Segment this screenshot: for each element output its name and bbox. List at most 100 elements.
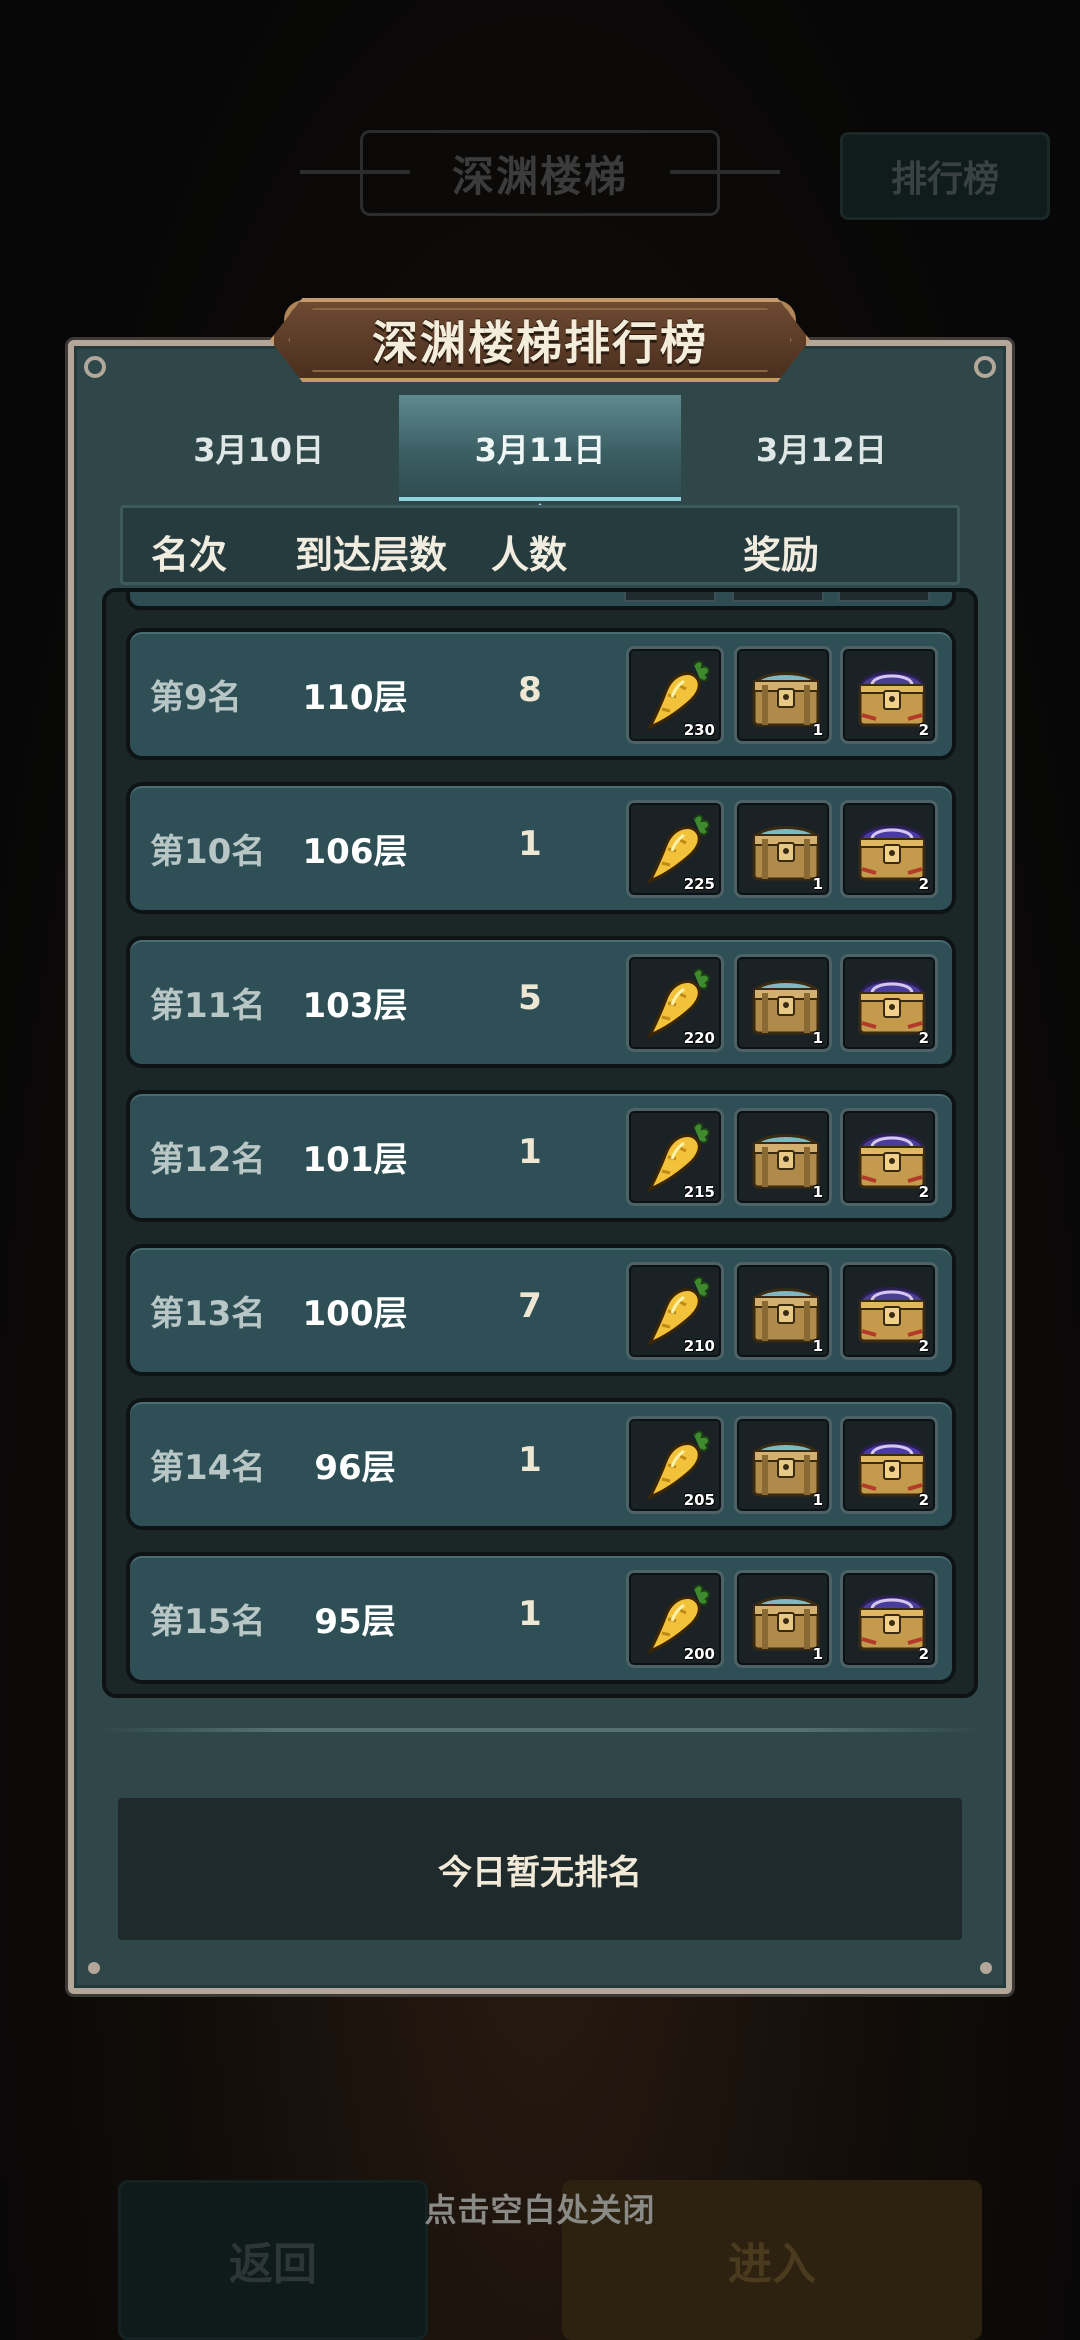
column-header-count: 人数 [491,533,568,577]
list-header: 名次 到达层数 人数 奖励 [120,505,960,585]
corner-rivet [88,1962,100,1974]
background-ranking-button: 排行榜 [840,132,1050,220]
reward-slot[interactable]: 200 [626,1570,724,1668]
player-count: 1 [518,824,542,864]
corner-rivet [980,1962,992,1974]
reward-quantity: 230 [683,721,715,739]
tab-date-2[interactable]: 3月11日 [399,395,681,515]
tab-date-3[interactable]: 3月12日 [681,395,962,501]
reward-quantity: 2 [918,1491,929,1509]
corner-ornament [974,356,996,378]
list-item[interactable]: 第13名 100层 7 210 1 2 [126,1244,956,1376]
reward-quantity: 2 [918,1337,929,1355]
list-item[interactable]: 第14名 96层 1 205 1 2 [126,1398,956,1530]
list-item[interactable]: 第10名 106层 1 225 1 2 [126,782,956,914]
floor-value: 103层 [302,986,408,1026]
reward-slot [732,592,824,602]
player-count: 1 [518,1440,542,1480]
floor-value: 101层 [302,1140,408,1180]
player-count: 5 [518,978,542,1018]
reward-slot[interactable]: 2 [840,1262,938,1360]
list-item[interactable]: 第12名 101层 1 215 1 2 [126,1090,956,1222]
reward-slot[interactable]: 2 [840,646,938,744]
reward-quantity: 1 [812,1337,823,1355]
corner-ornament [84,356,106,378]
reward-slot[interactable]: 2 [840,1570,938,1668]
reward-slot[interactable]: 1 [734,1262,832,1360]
date-tabs: 3月10日 3月11日 3月12日 [118,395,962,515]
divider [100,1728,980,1732]
close-hint[interactable]: 点击空白处关闭 [0,2185,1080,2231]
reward-slot[interactable]: 205 [626,1416,724,1514]
floor-value: 106层 [302,832,408,872]
ranking-list[interactable]: 第9名 110层 8 230 1 2 第10名 106层 1 225 1 2 第… [102,588,978,1698]
column-header-floor: 到达层数 [295,533,448,577]
floor-value: 100层 [302,1294,408,1334]
floor-value: 110层 [302,678,408,718]
reward-slot[interactable]: 220 [626,954,724,1052]
reward-quantity: 1 [812,875,823,893]
reward-slot [624,592,716,602]
reward-quantity: 205 [683,1491,715,1509]
reward-quantity: 1 [812,1183,823,1201]
reward-quantity: 220 [683,1029,715,1047]
reward-quantity: 225 [683,875,715,893]
reward-slot[interactable]: 2 [840,1108,938,1206]
tab-date-1[interactable]: 3月10日 [118,395,399,501]
reward-slot[interactable]: 225 [626,800,724,898]
reward-slot[interactable]: 210 [626,1262,724,1360]
reward-slot[interactable]: 1 [734,1416,832,1514]
list-item[interactable]: 第15名 95层 1 200 1 2 [126,1552,956,1684]
background-title: 深渊楼梯 [360,130,720,216]
reward-quantity: 2 [918,721,929,739]
player-count: 1 [518,1594,542,1634]
reward-slot[interactable]: 1 [734,954,832,1052]
rank-label: 第11名 [150,986,266,1026]
tab-label: 3月12日 [755,431,887,469]
player-count: 1 [518,1132,542,1172]
panel-title: 深渊楼梯排行榜 [372,316,708,370]
today-rank-status: 今日暂无排名 [118,1798,962,1940]
rank-label: 第15名 [150,1602,266,1642]
rank-label: 第12名 [150,1140,266,1180]
reward-quantity: 1 [812,1491,823,1509]
player-count: 7 [518,1286,542,1326]
reward-slot[interactable]: 2 [840,800,938,898]
reward-quantity: 1 [812,1029,823,1047]
column-header-reward: 奖励 [743,533,820,577]
reward-quantity: 2 [918,875,929,893]
rank-label: 第13名 [150,1294,266,1334]
list-item-partial [126,592,956,610]
tab-label: 3月11日 [474,431,606,469]
reward-quantity: 215 [683,1183,715,1201]
reward-slot[interactable]: 1 [734,800,832,898]
reward-slot[interactable]: 1 [734,1570,832,1668]
reward-quantity: 1 [812,721,823,739]
tab-label: 3月10日 [193,431,325,469]
rank-label: 第14名 [150,1448,266,1488]
screen: 深渊楼梯 排行榜 返回 进入 点击空白处关闭 深渊楼梯排行榜 3月10日 3月1… [0,0,1080,2340]
floor-value: 96层 [314,1448,396,1488]
reward-quantity: 2 [918,1029,929,1047]
panel-title-banner: 深渊楼梯排行榜 [270,298,810,382]
reward-quantity: 2 [918,1645,929,1663]
player-count: 8 [518,670,542,710]
reward-quantity: 2 [918,1183,929,1201]
reward-quantity: 200 [683,1645,715,1663]
reward-slot[interactable]: 230 [626,646,724,744]
reward-slot[interactable]: 215 [626,1108,724,1206]
reward-quantity: 210 [683,1337,715,1355]
list-item[interactable]: 第9名 110层 8 230 1 2 [126,628,956,760]
rank-label: 第9名 [150,678,242,718]
background-title-plate: 深渊楼梯 [300,130,780,220]
rank-label: 第10名 [150,832,266,872]
list-item[interactable]: 第11名 103层 5 220 1 2 [126,936,956,1068]
reward-slot[interactable]: 1 [734,1108,832,1206]
floor-value: 95层 [314,1602,396,1642]
column-header-rank: 名次 [151,533,228,577]
reward-slot[interactable]: 2 [840,954,938,1052]
reward-slot[interactable]: 1 [734,646,832,744]
reward-slot[interactable]: 2 [840,1416,938,1514]
reward-quantity: 1 [812,1645,823,1663]
reward-slot [838,592,930,602]
